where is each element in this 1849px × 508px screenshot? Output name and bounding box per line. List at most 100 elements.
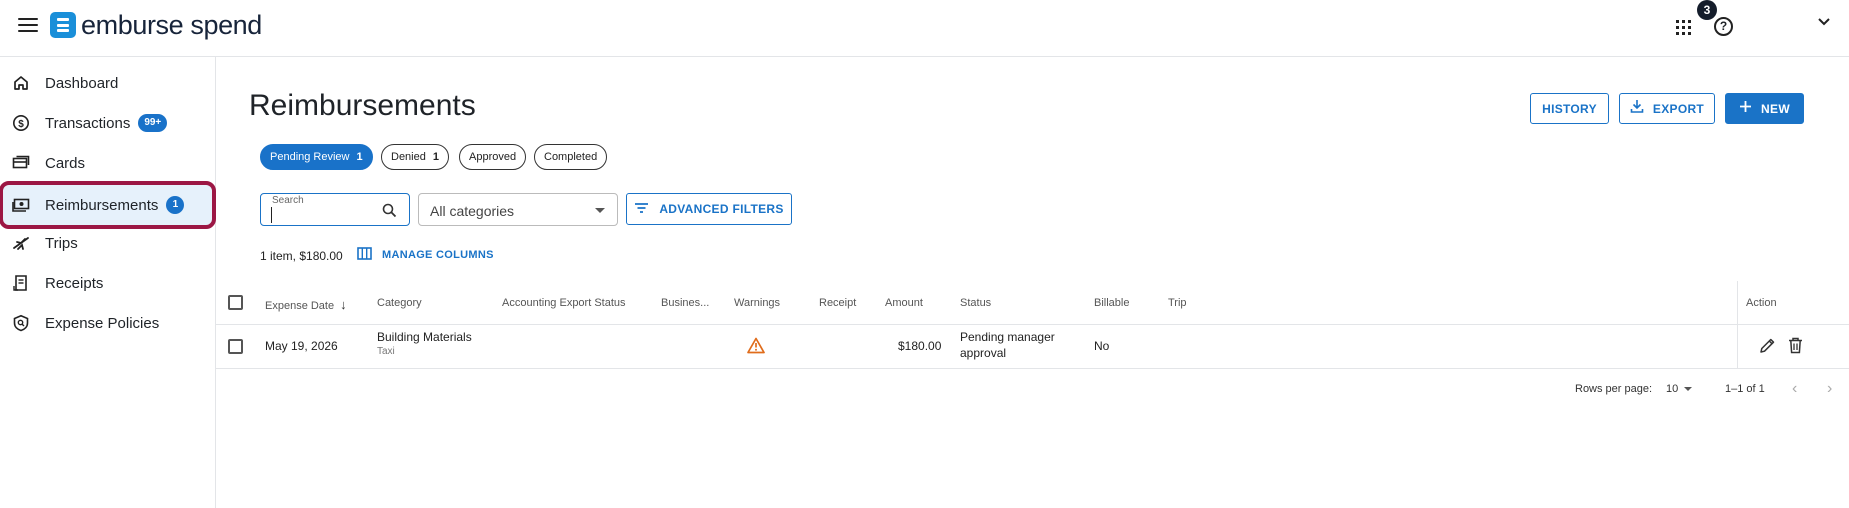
dollar-circle-icon: $ xyxy=(11,113,31,133)
advanced-filters-label: ADVANCED FILTERS xyxy=(659,202,784,216)
previous-page-icon[interactable]: ‹ xyxy=(1792,380,1797,398)
edit-pencil-icon[interactable] xyxy=(1759,337,1776,357)
svg-text:$: $ xyxy=(18,119,24,130)
search-input[interactable] xyxy=(273,206,373,222)
chip-count: 1 xyxy=(356,151,363,163)
sidebar-item-transactions[interactable]: $ Transactions 99+ xyxy=(3,103,212,143)
column-header-expense-date[interactable]: Expense Date ↓ xyxy=(265,297,347,312)
logo-text: emburse spend xyxy=(81,10,262,40)
help-glyph: ? xyxy=(1719,19,1728,33)
sidebar-item-label: Trips xyxy=(45,234,78,252)
cards-icon xyxy=(11,153,31,173)
rows-per-page-select[interactable]: 10 xyxy=(1666,383,1693,395)
sidebar-item-dashboard[interactable]: Dashboard xyxy=(3,63,212,103)
home-icon xyxy=(11,73,31,93)
column-header-label: Expense Date xyxy=(265,300,335,312)
sort-descending-icon[interactable]: ↓ xyxy=(340,297,347,312)
sidebar-item-receipts[interactable]: Receipts xyxy=(3,263,212,303)
action-column-divider xyxy=(1737,281,1738,369)
column-header-trip[interactable]: Trip xyxy=(1168,297,1187,309)
expense-date-cell: May 19, 2026 xyxy=(265,339,338,353)
status-cell: Pending manager approval xyxy=(960,330,1055,360)
manage-columns-label: MANAGE COLUMNS xyxy=(382,249,494,261)
export-button[interactable]: EXPORT xyxy=(1619,93,1715,124)
sidebar-item-label: Cards xyxy=(45,154,86,172)
sidebar-item-label: Dashboard xyxy=(45,74,119,92)
status-line: Pending manager xyxy=(960,330,1055,344)
category-cell: Building Materials Taxi xyxy=(377,330,472,357)
sidebar-item-cards[interactable]: Cards xyxy=(3,143,212,183)
sidebar-item-label: Reimbursements xyxy=(45,196,159,214)
table-row[interactable]: May 19, 2026 Building Materials Taxi $18… xyxy=(216,325,1849,369)
chevron-down-icon[interactable] xyxy=(1817,14,1831,32)
table-header: Expense Date ↓ Category Accounting Export… xyxy=(216,281,1849,325)
amount-cell: $180.00 xyxy=(898,339,942,353)
history-button[interactable]: HISTORY xyxy=(1530,93,1609,124)
search-label: Search xyxy=(272,195,304,206)
delete-trash-icon[interactable] xyxy=(1788,337,1803,357)
billable-cell: No xyxy=(1094,339,1110,353)
transactions-count-badge: 99+ xyxy=(138,114,168,132)
new-button-label: NEW xyxy=(1761,101,1790,116)
plane-icon xyxy=(11,233,31,253)
new-button[interactable]: NEW xyxy=(1725,93,1804,124)
chip-count: 1 xyxy=(432,151,439,163)
pagination-range: 1–1 of 1 xyxy=(1725,383,1765,395)
notification-badge[interactable]: 3 xyxy=(1697,0,1717,20)
download-icon xyxy=(1630,99,1644,118)
column-header-billable[interactable]: Billable xyxy=(1094,297,1129,309)
dropdown-arrow-icon xyxy=(1684,387,1693,392)
text-cursor xyxy=(271,207,272,223)
category-name: Building Materials xyxy=(377,330,472,344)
rows-per-page-value: 10 xyxy=(1666,383,1679,395)
policy-icon xyxy=(11,313,31,333)
logo[interactable]: emburse spend xyxy=(50,10,262,40)
column-header-category[interactable]: Category xyxy=(377,297,422,309)
sidebar-item-expense-policies[interactable]: Expense Policies xyxy=(3,303,212,343)
chip-label: Pending Review xyxy=(270,151,350,163)
sidebar: Dashboard $ Transactions 99+ Cards Reimb… xyxy=(0,57,216,508)
category-select-value: All categories xyxy=(430,203,515,219)
filter-chip-approved[interactable]: Approved xyxy=(459,144,527,170)
chip-label: Approved xyxy=(469,151,517,163)
sidebar-item-label: Expense Policies xyxy=(45,314,160,332)
column-header-amount[interactable]: Amount xyxy=(885,297,923,309)
chip-label: Completed xyxy=(544,151,598,163)
results-summary: 1 item, $180.00 xyxy=(260,249,343,263)
plus-icon xyxy=(1739,100,1752,118)
advanced-filters-button[interactable]: ADVANCED FILTERS xyxy=(626,193,792,225)
column-header-accounting-export-status[interactable]: Accounting Export Status xyxy=(502,297,626,309)
filter-chip-completed[interactable]: Completed xyxy=(534,144,608,170)
filter-chip-pending-review[interactable]: Pending Review 1 xyxy=(260,144,373,170)
sidebar-item-reimbursements[interactable]: Reimbursements 1 xyxy=(0,181,216,229)
column-header-business[interactable]: Busines... xyxy=(661,297,709,309)
next-page-icon[interactable]: › xyxy=(1827,380,1832,398)
page-title: Reimbursements xyxy=(249,89,476,122)
history-button-label: HISTORY xyxy=(1542,101,1597,116)
select-all-checkbox[interactable] xyxy=(228,295,243,310)
subcategory-name: Taxi xyxy=(377,346,395,357)
column-header-receipt[interactable]: Receipt xyxy=(819,297,856,309)
logo-mark-icon xyxy=(50,12,76,38)
row-checkbox[interactable] xyxy=(228,339,243,354)
sidebar-item-label: Transactions xyxy=(45,114,131,132)
search-icon[interactable] xyxy=(382,203,397,223)
column-header-warnings[interactable]: Warnings xyxy=(734,297,780,309)
sidebar-item-trips[interactable]: Trips xyxy=(3,223,212,263)
filter-chip-denied[interactable]: Denied 1 xyxy=(381,144,449,170)
export-button-label: EXPORT xyxy=(1652,101,1705,116)
top-bar: emburse spend ? 3 xyxy=(0,0,1849,57)
rows-per-page-label: Rows per page: xyxy=(1575,383,1653,395)
column-header-status[interactable]: Status xyxy=(960,297,991,309)
receipt-icon xyxy=(11,273,31,293)
category-select[interactable]: All categories xyxy=(418,193,618,226)
manage-columns-button[interactable]: MANAGE COLUMNS xyxy=(357,247,494,263)
warning-triangle-icon[interactable] xyxy=(747,337,765,357)
money-icon xyxy=(11,195,31,215)
column-header-action: Action xyxy=(1746,297,1777,309)
help-icon[interactable]: ? xyxy=(1714,17,1733,36)
search-field[interactable]: Search xyxy=(260,193,410,226)
filter-icon xyxy=(634,202,649,217)
apps-grid-icon[interactable] xyxy=(1676,20,1691,35)
menu-icon[interactable] xyxy=(18,18,38,34)
